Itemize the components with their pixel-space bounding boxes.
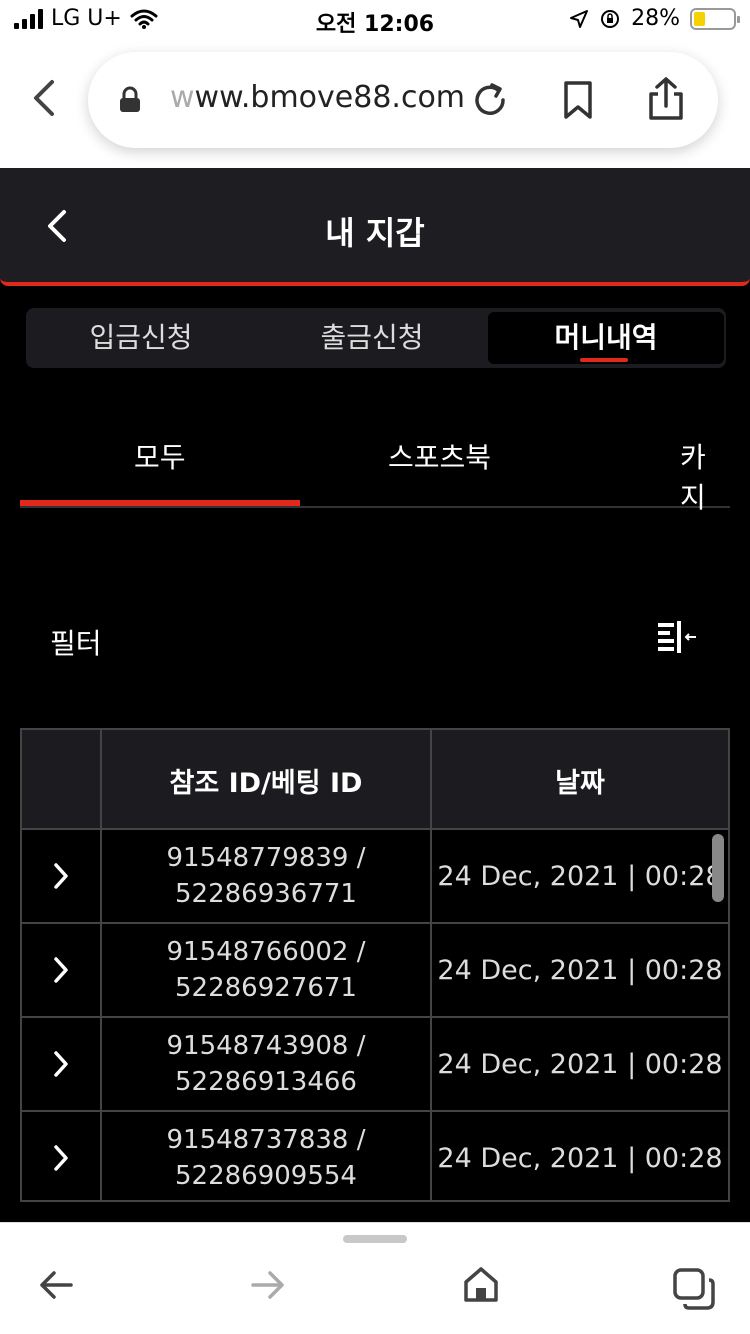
tab-money-history[interactable]: 머니내역 <box>488 312 724 364</box>
header-ref-id: 참조 ID/베팅 ID <box>102 730 432 830</box>
url-faded-prefix: w <box>170 80 195 115</box>
expand-chevron-icon[interactable] <box>22 1112 102 1200</box>
active-subtab-indicator <box>20 500 300 506</box>
page-title: 내 지갑 <box>325 214 425 252</box>
bet-id: 52286927671 <box>175 973 357 1003</box>
bet-id: 52286936771 <box>175 879 357 909</box>
url-text[interactable]: www.bmove88.com <box>170 80 465 115</box>
ref-id-cell: 91548743908 / 52286913466 <box>102 1018 432 1110</box>
share-icon[interactable] <box>646 76 686 122</box>
category-tabs: 모두 스포츠북 카지 <box>20 408 730 514</box>
date-cell: 24 Dec, 2021 | 00:28 <box>437 1142 723 1174</box>
bet-id: 52286909554 <box>175 1161 357 1191</box>
location-icon <box>570 9 589 28</box>
table-row[interactable]: 91548743908 / 52286913466 24 Dec, 2021 |… <box>22 1018 728 1112</box>
wallet-tabs: 입금신청 출금신청 머니내역 <box>26 308 726 368</box>
table-scrollbar[interactable] <box>712 834 724 902</box>
app-header: 내 지갑 <box>0 168 750 286</box>
tab-money-history-label: 머니내역 <box>554 321 658 354</box>
date-cell: 24 Dec, 2021 | 00:28 <box>437 954 723 986</box>
subtab-all[interactable]: 모두 <box>134 436 186 476</box>
history-table: 참조 ID/베팅 ID 날짜 91548779839 / 52286936771… <box>20 728 730 1202</box>
address-bar[interactable]: www.bmove88.com <box>88 52 718 148</box>
subtab-sportsbook[interactable]: 스포츠북 <box>388 436 491 476</box>
battery-icon <box>690 7 740 30</box>
expand-chevron-icon[interactable] <box>22 924 102 1016</box>
ref-id: 91548766002 / <box>166 937 366 967</box>
status-bar: LG U+ 오전 12:06 28% <box>0 0 750 40</box>
table-row[interactable]: 91548779839 / 52286936771 24 Dec, 2021 |… <box>22 830 728 924</box>
table-row[interactable]: 91548766002 / 52286927671 24 Dec, 2021 |… <box>22 924 728 1018</box>
ref-id-cell: 91548737838 / 52286909554 <box>102 1112 432 1200</box>
browser-bottom-bar <box>0 1222 750 1334</box>
bet-id: 52286913466 <box>175 1067 357 1097</box>
table-header: 참조 ID/베팅 ID 날짜 <box>22 730 728 830</box>
table-row[interactable]: 91548737838 / 52286909554 24 Dec, 2021 |… <box>22 1112 728 1200</box>
filter-icon[interactable] <box>656 620 700 656</box>
ref-id-cell: 91548779839 / 52286936771 <box>102 830 432 922</box>
battery-percent: 28% <box>631 6 680 31</box>
ref-id: 91548737838 / <box>166 1125 366 1155</box>
reload-icon[interactable] <box>470 80 510 120</box>
bookmark-icon[interactable] <box>560 80 596 120</box>
back-arrow-icon[interactable] <box>38 1269 74 1301</box>
filter-label: 필터 <box>50 627 102 660</box>
tab-deposit[interactable]: 입금신청 <box>26 308 256 368</box>
date-cell: 24 Dec, 2021 | 00:28 <box>437 860 723 892</box>
expand-chevron-icon[interactable] <box>22 830 102 922</box>
tab-withdraw[interactable]: 출금신청 <box>256 308 488 368</box>
browser-back-chevron-icon[interactable] <box>26 78 66 118</box>
subtab-casino[interactable]: 카지 <box>680 436 730 516</box>
home-icon[interactable] <box>462 1265 500 1303</box>
lock-icon <box>120 86 140 112</box>
forward-arrow-icon[interactable] <box>250 1269 286 1301</box>
ref-id: 91548743908 / <box>166 1031 366 1061</box>
drag-handle[interactable] <box>343 1235 407 1243</box>
ref-id-cell: 91548766002 / 52286927671 <box>102 924 432 1016</box>
ref-id: 91548779839 / <box>166 843 366 873</box>
rotation-lock-icon <box>601 9 620 28</box>
expand-chevron-icon[interactable] <box>22 1018 102 1110</box>
header-expand-column <box>22 730 102 830</box>
header-date: 날짜 <box>555 767 605 799</box>
url-main: ww.bmove88.com <box>194 80 466 115</box>
browser-toolbar: www.bmove88.com <box>0 40 750 168</box>
date-cell: 24 Dec, 2021 | 00:28 <box>437 1048 723 1080</box>
active-tab-indicator <box>580 358 628 362</box>
tabs-icon[interactable] <box>672 1267 716 1311</box>
